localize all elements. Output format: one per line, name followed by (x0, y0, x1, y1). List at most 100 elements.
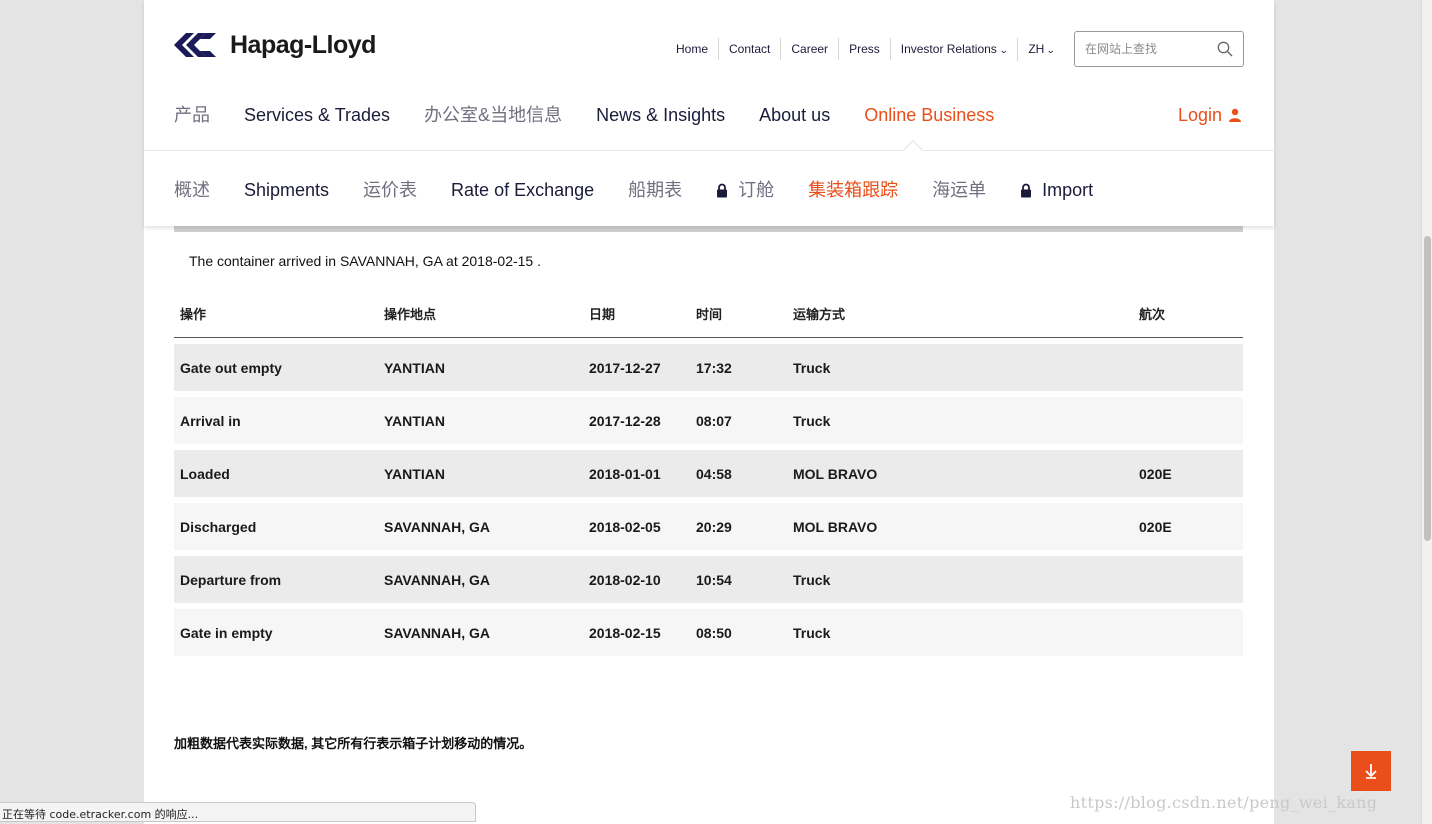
topnav-label: Contact (729, 42, 771, 56)
subnav-item-4[interactable]: 船期表 (628, 178, 682, 202)
sub-nav: 概述 Shipments 运价表 Rate of Exchange 船期表 订舱 集装箱跟踪… (174, 178, 1127, 202)
cell-transport: Truck (787, 344, 1133, 391)
table-row: Loaded YANTIAN 2018-01-01 04:58 MOL BRAVO 020… (174, 450, 1243, 497)
subnav-label: 海运单 (932, 180, 987, 200)
login-button[interactable]: Login (1178, 103, 1242, 127)
subnav-item-3[interactable]: Rate of Exchange (451, 178, 594, 202)
cell-location: SAVANNAH, GA (378, 503, 583, 550)
cell-location: YANTIAN (378, 397, 583, 444)
search-box (1074, 31, 1244, 67)
subnav-label: Rate of Exchange (451, 180, 595, 200)
col-header-time: 时间 (690, 300, 787, 338)
cell-operation: Arrival in (174, 397, 378, 444)
cell-operation: Discharged (174, 503, 378, 550)
table-header-row: 操作 操作地点 日期 时间 运输方式 航次 (174, 300, 1243, 338)
cell-operation: Gate out empty (174, 344, 378, 391)
cell-operation: Loaded (174, 450, 378, 497)
cell-voyage (1133, 397, 1243, 444)
scroll-down-button[interactable] (1351, 751, 1391, 791)
subnav-item-8[interactable]: Import (1020, 178, 1093, 202)
cell-transport: Truck (787, 556, 1133, 603)
container-tracking-table: 操作 操作地点 日期 时间 运输方式 航次 Gate out empty YANT… (174, 294, 1243, 662)
mainnav-item-0[interactable]: 产品 (174, 103, 210, 127)
col-header-operation: 操作 (174, 300, 378, 338)
chevron-down-icon: ⌄ (998, 44, 1009, 55)
col-header-location: 操作地点 (378, 300, 583, 338)
top-utility-nav: Home Contact Career Press Investor Relations… (666, 37, 1065, 61)
lock-icon (1021, 183, 1032, 197)
topnav-label: ZH (1028, 41, 1045, 56)
topnav-link-career[interactable]: Career (781, 38, 840, 60)
search-icon[interactable] (1217, 41, 1233, 57)
scrollbar-thumb[interactable] (1424, 236, 1431, 541)
subnav-label: 船期表 (628, 180, 683, 200)
main-nav: 产品 Services & Trades 办公室&当地信息 News & Insigh… (174, 103, 1028, 127)
cell-operation: Departure from (174, 556, 378, 603)
cell-time: 17:32 (690, 344, 787, 391)
subnav-item-1[interactable]: Shipments (244, 178, 329, 202)
topnav-link-zh[interactable]: ZH ⌄ (1018, 38, 1065, 61)
cell-voyage: 020E (1133, 503, 1243, 550)
subnav-item-0[interactable]: 概述 (174, 178, 210, 202)
cell-location: YANTIAN (378, 344, 583, 391)
cell-transport: Truck (787, 609, 1133, 656)
mainnav-item-5[interactable]: Online Business (864, 103, 994, 127)
arrow-down-icon (1365, 764, 1377, 779)
topnav-link-press[interactable]: Press (839, 38, 891, 60)
topnav-link-home[interactable]: Home (666, 38, 720, 60)
cell-location: YANTIAN (378, 450, 583, 497)
topnav-label: Career (791, 42, 829, 56)
user-icon (1229, 108, 1241, 122)
table-row: Gate out empty YANTIAN 2017-12-27 17:32 Truc… (174, 344, 1243, 391)
table-row: Discharged SAVANNAH, GA 2018-02-05 20:29 MOL… (174, 503, 1243, 550)
watermark: https://blog.csdn.net/peng_wei_kang (1070, 793, 1378, 812)
topnav-link-investor-relations[interactable]: Investor Relations ⌄ (891, 37, 1019, 61)
search-input[interactable] (1075, 32, 1205, 66)
site-header: Hapag-Lloyd Home Contact Career Press Invest… (144, 0, 1274, 226)
mainnav-item-3[interactable]: News & Insights (596, 103, 725, 127)
col-header-date: 日期 (583, 300, 690, 338)
mainnav-item-1[interactable]: Services & Trades (244, 103, 390, 127)
cell-time: 08:50 (690, 609, 787, 656)
table-row: Gate in empty SAVANNAH, GA 2018-02-15 08:50… (174, 609, 1243, 656)
mainnav-item-4[interactable]: About us (759, 103, 830, 127)
cell-voyage (1133, 344, 1243, 391)
mainnav-item-2[interactable]: 办公室&当地信息 (424, 103, 562, 127)
browser-status-bar: 正在等待 code.etracker.com 的响应... (0, 802, 476, 822)
cell-date: 2018-02-15 (583, 609, 690, 656)
cell-time: 08:07 (690, 397, 787, 444)
hapag-lloyd-logo-icon (174, 33, 216, 57)
cell-transport: MOL BRAVO (787, 503, 1133, 550)
cell-time: 04:58 (690, 450, 787, 497)
subnav-label: 集装箱跟踪 (808, 180, 899, 200)
page-scrollbar[interactable] (1421, 0, 1432, 824)
arrival-summary: The container arrived in SAVANNAH, GA at… (189, 253, 541, 269)
logo[interactable]: Hapag-Lloyd (174, 28, 376, 62)
cell-time: 10:54 (690, 556, 787, 603)
subnav-item-2[interactable]: 运价表 (363, 178, 417, 202)
cell-voyage (1133, 556, 1243, 603)
cell-date: 2017-12-27 (583, 344, 690, 391)
cell-transport: Truck (787, 397, 1133, 444)
cell-date: 2018-01-01 (583, 450, 690, 497)
section-divider (174, 226, 1243, 232)
col-header-transport: 运输方式 (787, 300, 1133, 338)
topnav-label: Investor Relations (900, 41, 997, 56)
subnav-label: 运价表 (363, 180, 418, 200)
subnav-item-7[interactable]: 海运单 (932, 178, 986, 202)
cell-date: 2018-02-05 (583, 503, 690, 550)
subnav-label: Shipments (244, 180, 330, 200)
cell-date: 2018-02-10 (583, 556, 690, 603)
subnav-item-6[interactable]: 集装箱跟踪 (808, 178, 898, 202)
page-container: Hapag-Lloyd Home Contact Career Press Invest… (144, 0, 1274, 824)
table-row: Departure from SAVANNAH, GA 2018-02-10 10:5… (174, 556, 1243, 603)
lock-icon (717, 183, 728, 197)
cell-voyage: 020E (1133, 450, 1243, 497)
subnav-item-5[interactable]: 订舱 (716, 178, 774, 202)
login-label: Login (1177, 105, 1222, 125)
topnav-link-contact[interactable]: Contact (719, 38, 782, 60)
table-row: Arrival in YANTIAN 2017-12-28 08:07 Truck (174, 397, 1243, 444)
subnav-label: Import (1042, 180, 1094, 200)
cell-operation: Gate in empty (174, 609, 378, 656)
topnav-label: Press (849, 42, 880, 56)
